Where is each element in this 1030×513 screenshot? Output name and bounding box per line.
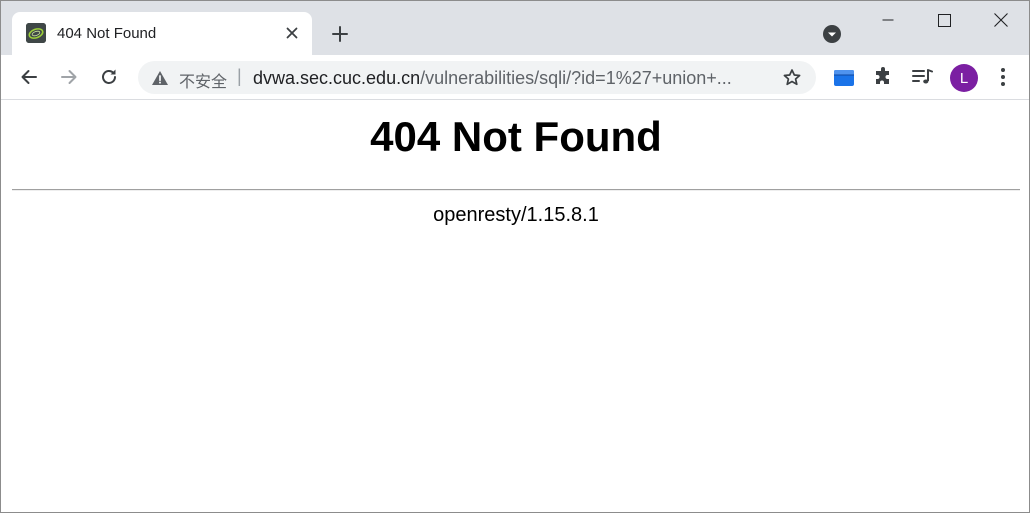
url-path: /vulnerabilities/sqli/?id=1%27+union+... — [420, 68, 732, 88]
maximize-icon[interactable] — [921, 5, 967, 35]
tab-close-icon[interactable] — [282, 23, 302, 43]
extensions-puzzle-icon[interactable] — [870, 64, 896, 90]
page-heading: 404 Not Found — [370, 113, 662, 160]
profile-avatar[interactable]: L — [950, 64, 978, 92]
browser-toolbar: 不安全 | dvwa.sec.cuc.edu.cn/vulnerabilitie… — [1, 55, 1029, 100]
page-content: 404 Not Found openresty/1.15.8.1 — [1, 101, 1029, 512]
minimize-icon[interactable] — [865, 5, 911, 35]
address-bar[interactable]: 不安全 | dvwa.sec.cuc.edu.cn/vulnerabilitie… — [138, 61, 816, 94]
bookmark-star-icon[interactable] — [781, 67, 803, 89]
tab-strip: 404 Not Found — [1, 1, 1029, 55]
media-playlist-music-icon[interactable] — [909, 64, 935, 90]
server-signature: openresty/1.15.8.1 — [433, 204, 599, 226]
address-separator: | — [237, 66, 242, 86]
tab-title: 404 Not Found — [57, 25, 157, 42]
back-arrow-icon[interactable] — [14, 62, 44, 92]
horizontal-rule — [12, 189, 1020, 191]
browser-window: 404 Not Found 不安全 | dvwa.sec.cuc.edu.cn/… — [0, 0, 1030, 513]
not-secure-warning-icon[interactable] — [151, 69, 169, 87]
kebab-menu-icon[interactable] — [991, 64, 1015, 90]
forward-arrow-icon[interactable] — [54, 62, 84, 92]
extension-blue-book-icon[interactable] — [831, 64, 857, 90]
tab-search-chevron-down-icon[interactable] — [821, 23, 843, 45]
url-text[interactable]: dvwa.sec.cuc.edu.cn/vulnerabilities/sqli… — [253, 68, 773, 89]
active-tab[interactable]: 404 Not Found — [12, 12, 312, 55]
reload-icon[interactable] — [94, 62, 124, 92]
close-window-icon[interactable] — [978, 5, 1024, 35]
url-host: dvwa.sec.cuc.edu.cn — [253, 68, 421, 88]
new-tab-plus-icon[interactable] — [327, 21, 353, 47]
site-favicon-icon — [26, 23, 46, 43]
not-secure-label[interactable]: 不安全 — [179, 68, 227, 92]
